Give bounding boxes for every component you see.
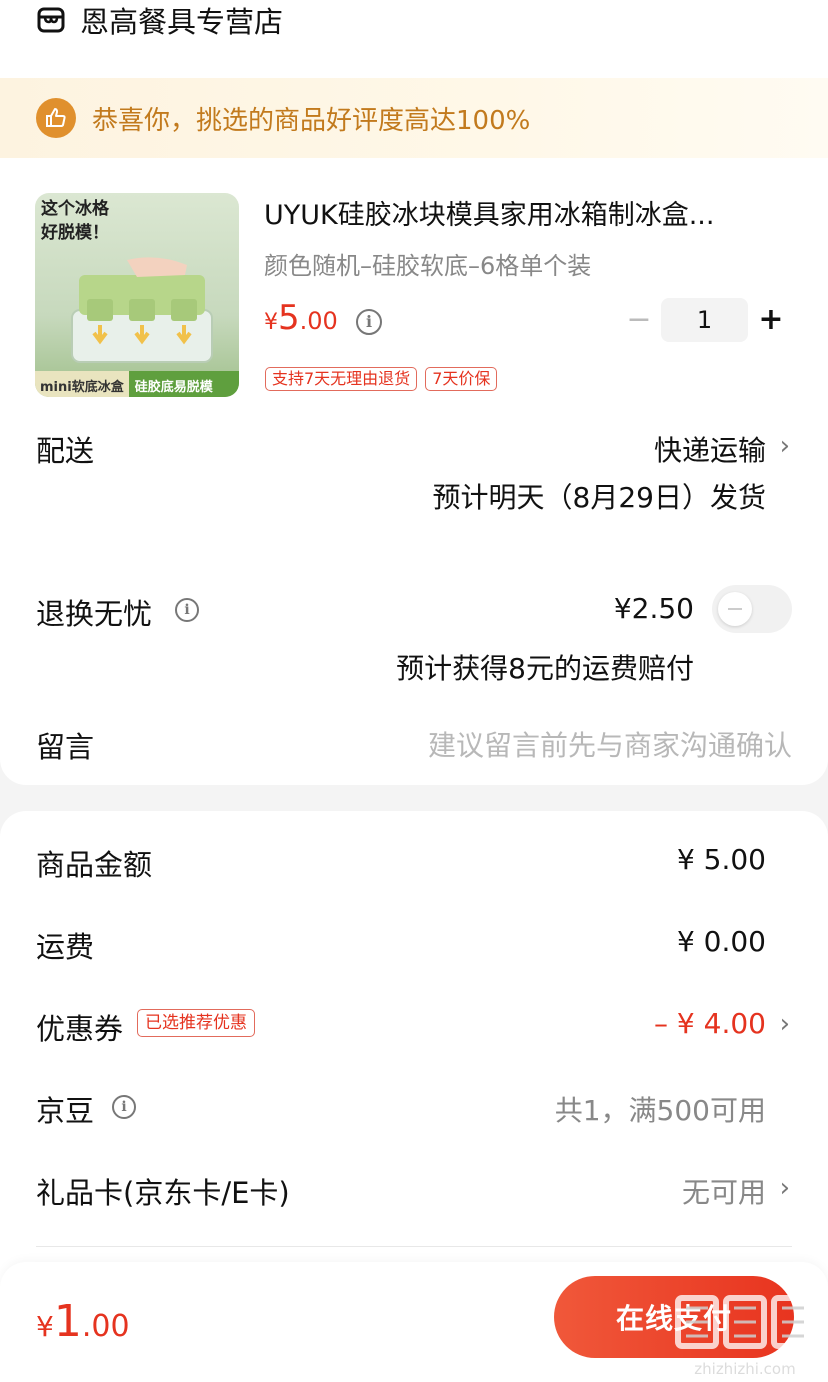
tag-price-protect: 7天价保 xyxy=(425,367,498,391)
giftcard-value[interactable]: 无可用 xyxy=(682,1171,766,1211)
coupon-value[interactable]: – ¥ 4.00 xyxy=(654,1007,766,1040)
returns-note: 预计获得8元的运费赔付 xyxy=(396,652,694,685)
service-tags: 支持7天无理由退货 7天价保 xyxy=(265,367,498,391)
returns-price: ¥2.50 xyxy=(613,592,694,625)
quantity-minus-button[interactable]: − xyxy=(625,300,653,340)
product-title[interactable]: UYUK硅胶冰块模具家用冰箱制冰盒... xyxy=(264,196,792,236)
returns-toggle[interactable] xyxy=(712,585,792,633)
store-header[interactable]: 恩高餐具专营店 xyxy=(36,0,283,40)
image-caption-strip: mini软底冰盒 硅胶底易脱模 xyxy=(35,371,239,397)
shipping-label: 运费 xyxy=(36,930,95,964)
total-integer: 1 xyxy=(53,1296,82,1347)
thumbs-up-icon xyxy=(36,98,76,138)
rating-banner: 恭喜你，挑选的商品好评度高达100% xyxy=(0,78,828,158)
returns-info-icon[interactable]: i xyxy=(175,598,199,622)
tag-7day-return: 支持7天无理由退货 xyxy=(265,367,418,391)
delivery-time: 预计明天（8月29日）发货 xyxy=(432,481,766,514)
watermark-logo: zhizhizhi.com xyxy=(675,1295,815,1378)
total-decimal: .00 xyxy=(81,1309,130,1344)
delivery-label: 配送 xyxy=(36,434,95,468)
toggle-knob xyxy=(718,592,752,626)
product-price: ¥ 5 .00 xyxy=(264,298,338,342)
order-card: 恩高餐具专营店 恭喜你，挑选的商品好评度高达100% 这个冰格 好脱模！ min… xyxy=(0,0,828,785)
banner-text: 恭喜你，挑选的商品好评度高达100% xyxy=(92,105,531,136)
total-price: ¥ 1 .00 xyxy=(36,1296,130,1347)
image-caption-right: 硅胶底易脱模 xyxy=(128,371,239,397)
delivery-method[interactable]: 快递运输 xyxy=(654,429,766,469)
giftcard-label: 礼品卡(京东卡/E卡) xyxy=(36,1176,290,1210)
ice-tray-illustration xyxy=(71,257,213,363)
returns-label: 退换无忧 xyxy=(36,597,153,631)
message-input[interactable]: 建议留言前先与商家沟通确认 xyxy=(428,724,792,764)
divider xyxy=(36,1246,792,1247)
store-name: 恩高餐具专营店 xyxy=(80,5,284,39)
chevron-right-icon[interactable]: › xyxy=(780,1173,790,1203)
message-label: 留言 xyxy=(36,730,95,764)
jingdou-value: 共1，满500可用 xyxy=(554,1094,766,1127)
goods-amount-label: 商品金额 xyxy=(36,848,153,882)
price-info-icon[interactable]: i xyxy=(356,309,382,335)
jingdou-label: 京豆 xyxy=(36,1094,95,1128)
quantity-plus-button[interactable]: + xyxy=(756,300,786,340)
price-decimal: .00 xyxy=(299,307,338,335)
product-image[interactable]: 这个冰格 好脱模！ mini软底冰盒 硅胶底易脱模 xyxy=(35,193,239,397)
summary-card xyxy=(0,811,828,1301)
quantity-input[interactable]: 1 xyxy=(661,298,748,342)
image-caption-left: mini软底冰盒 xyxy=(35,371,129,397)
price-currency: ¥ xyxy=(264,310,278,335)
product-spec[interactable]: 颜色随机–硅胶软底–6格单个装 xyxy=(264,246,591,281)
coupon-label: 优惠券 xyxy=(36,1012,124,1046)
chevron-right-icon[interactable]: › xyxy=(780,1009,790,1039)
image-caption-top: 这个冰格 好脱模！ xyxy=(41,199,109,243)
total-currency: ¥ xyxy=(36,1310,54,1343)
chevron-right-icon[interactable]: › xyxy=(780,431,790,461)
shipping-value: ¥ 0.00 xyxy=(676,925,766,958)
jingdou-info-icon[interactable]: i xyxy=(112,1095,136,1119)
store-icon xyxy=(37,7,65,33)
coupon-tag: 已选推荐优惠 xyxy=(137,1009,255,1037)
svg-text:zhizhizhi.com: zhizhizhi.com xyxy=(694,1360,795,1378)
price-integer: 5 xyxy=(278,298,300,338)
goods-amount-value: ¥ 5.00 xyxy=(676,843,766,876)
